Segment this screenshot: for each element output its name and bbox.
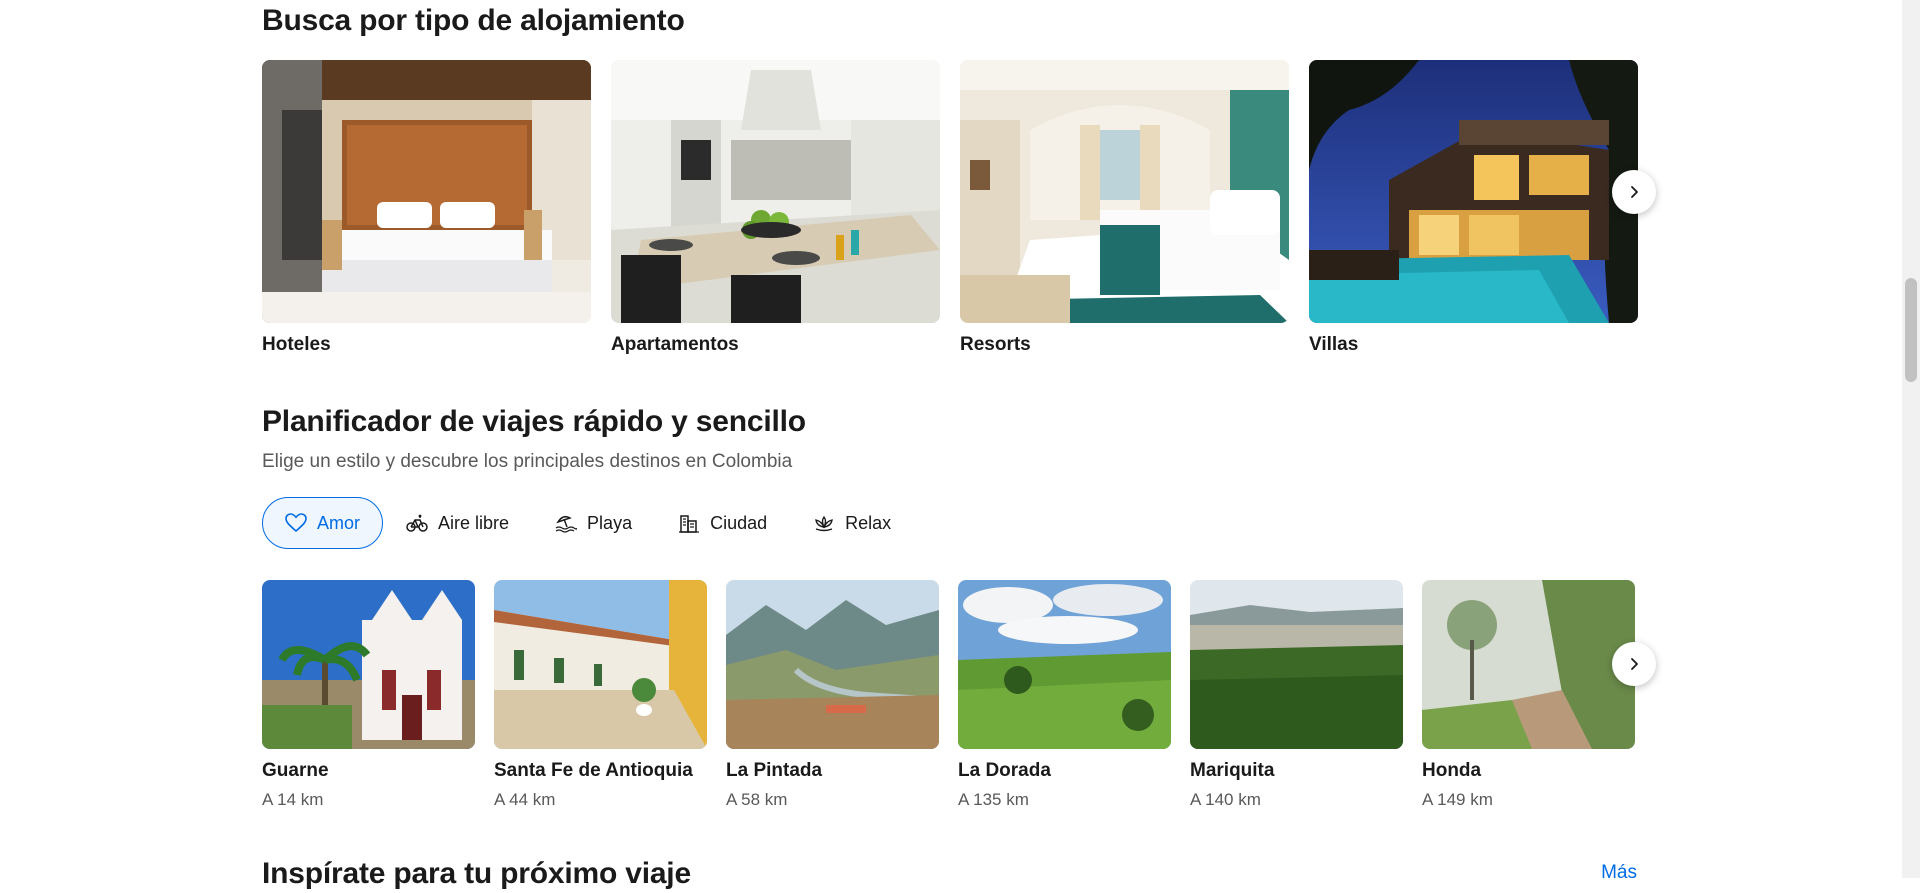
destination-card-la-dorada[interactable]: La Dorada A 135 km xyxy=(958,580,1171,811)
tab-label: Ciudad xyxy=(710,512,768,533)
destination-distance: A 149 km xyxy=(1422,790,1493,809)
property-card-resorts[interactable]: Resorts xyxy=(960,60,1289,357)
section-title-property-types: Busca por tipo de alojamiento xyxy=(262,4,685,37)
destination-name[interactable]: La Pintada xyxy=(726,759,939,783)
tab-amor[interactable]: Amor xyxy=(262,497,384,549)
travel-style-tabs: Amor Aire libre Playa Ciudad Relax xyxy=(262,496,914,550)
destination-card-la-pintada[interactable]: La Pintada A 58 km xyxy=(726,580,939,811)
apartment-kitchen-photo[interactable] xyxy=(611,60,940,323)
destination-photo[interactable] xyxy=(1190,580,1403,749)
villa-pool-night-photo[interactable] xyxy=(1309,60,1638,323)
tab-label: Playa xyxy=(587,512,633,533)
bicycle-icon xyxy=(406,512,428,534)
destination-name[interactable]: Mariquita xyxy=(1190,759,1403,783)
more-link[interactable]: Más xyxy=(1601,862,1637,884)
destination-distance: A 135 km xyxy=(958,790,1029,809)
tab-playa[interactable]: Playa xyxy=(532,497,655,549)
destination-name[interactable]: Santa Fe de Antioquia xyxy=(494,759,707,783)
page-scrollbar[interactable] xyxy=(1902,0,1920,878)
destination-card-mariquita[interactable]: Mariquita A 140 km xyxy=(1190,580,1403,811)
scrollbar-thumb[interactable] xyxy=(1905,278,1917,382)
destination-distance: A 14 km xyxy=(262,790,324,809)
property-card-apartamentos[interactable]: Apartamentos xyxy=(611,60,940,357)
tab-label: Amor xyxy=(317,512,361,533)
property-card-hoteles[interactable]: Hoteles xyxy=(262,60,591,357)
tab-relax[interactable]: Relax xyxy=(790,497,914,549)
carousel-next-button[interactable] xyxy=(1612,170,1656,214)
destination-distance: A 140 km xyxy=(1190,790,1261,809)
destination-name[interactable]: Honda xyxy=(1422,759,1635,783)
section-title-trip-planner: Planificador de viajes rápido y sencillo xyxy=(262,405,806,438)
heart-icon xyxy=(285,512,307,534)
property-type-carousel: Hoteles Apartamentos Resorts Villas xyxy=(262,60,1656,360)
destination-name[interactable]: Guarne xyxy=(262,759,475,783)
hotel-room-photo[interactable] xyxy=(262,60,591,323)
destination-card-guarne[interactable]: Guarne A 14 km xyxy=(262,580,475,811)
destination-card-honda[interactable]: Honda A 149 km xyxy=(1422,580,1635,811)
section-subtitle: Elige un estilo y descubre los principal… xyxy=(262,451,793,472)
destination-photo[interactable] xyxy=(958,580,1171,749)
city-icon xyxy=(678,512,700,534)
destination-card-santa-fe[interactable]: Santa Fe de Antioquia A 44 km xyxy=(494,580,707,811)
chevron-right-icon xyxy=(1631,186,1638,198)
tab-label: Aire libre xyxy=(438,512,510,533)
tab-aire-libre[interactable]: Aire libre xyxy=(383,497,532,549)
chevron-right-icon xyxy=(1631,658,1638,670)
destination-photo[interactable] xyxy=(262,580,475,749)
destination-distance: A 44 km xyxy=(494,790,556,809)
resort-room-photo[interactable] xyxy=(960,60,1289,323)
carousel-next-button[interactable] xyxy=(1612,642,1656,686)
property-card-villas[interactable]: Villas xyxy=(1309,60,1638,357)
destination-photo[interactable] xyxy=(494,580,707,749)
beach-icon xyxy=(555,512,578,534)
property-label[interactable]: Apartamentos xyxy=(611,333,940,357)
property-label[interactable]: Resorts xyxy=(960,333,1289,357)
property-label[interactable]: Villas xyxy=(1309,333,1638,357)
destination-photo[interactable] xyxy=(726,580,939,749)
lotus-icon xyxy=(813,512,835,534)
tab-ciudad[interactable]: Ciudad xyxy=(655,497,790,549)
property-label[interactable]: Hoteles xyxy=(262,333,591,357)
destination-name[interactable]: La Dorada xyxy=(958,759,1171,783)
destination-carousel: Guarne A 14 km Santa Fe de Antioquia A 4… xyxy=(262,580,1656,820)
tab-label: Relax xyxy=(845,512,892,533)
destination-distance: A 58 km xyxy=(726,790,788,809)
section-title-inspiration: Inspírate para tu próximo viaje xyxy=(262,857,691,890)
destination-photo[interactable] xyxy=(1422,580,1635,749)
